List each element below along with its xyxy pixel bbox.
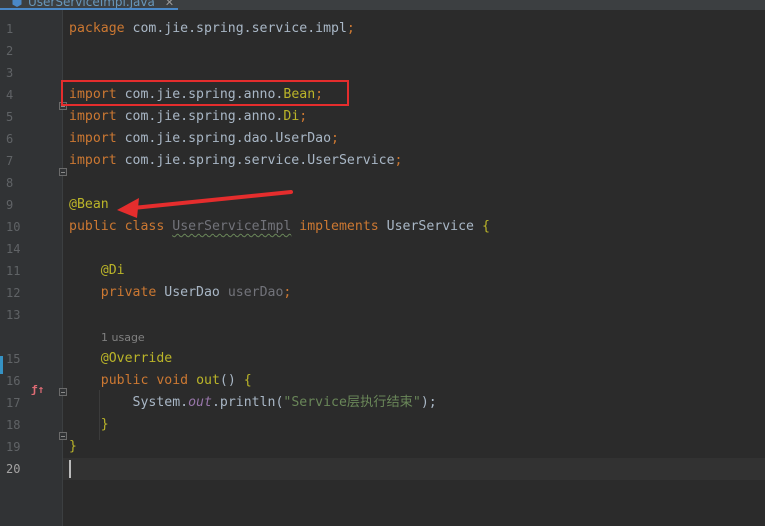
line-number: 17 [6, 396, 21, 410]
java-class-icon [12, 0, 22, 7]
line-number: 8 [6, 176, 14, 190]
override-method-icon[interactable]: ƒ↑ [31, 383, 44, 396]
line-number: 11 [6, 264, 21, 278]
line-number: 15 [6, 352, 21, 366]
line-number: 9 [6, 198, 14, 212]
line-number: 10 [6, 220, 21, 234]
current-line-highlight [63, 458, 765, 480]
line-number: 13 [6, 308, 21, 322]
usage-hint[interactable]: 1 usage [101, 328, 145, 348]
code-line-12: @Di [100, 263, 125, 278]
line-number: 18 [6, 418, 21, 432]
line-number: 6 [6, 132, 14, 146]
line-number: 4 [6, 88, 14, 102]
code-line-19: } [69, 439, 77, 454]
code-line-15: @Override [100, 351, 173, 366]
line-number-current: 20 [6, 462, 21, 476]
line-number: 19 [6, 440, 21, 454]
red-arrow-annotation [117, 190, 293, 218]
code-line-7: import com.jie.spring.service.UserServic… [69, 153, 403, 168]
code-line-16: public void out() { [100, 373, 252, 388]
code-line-6: import com.jie.spring.dao.UserDao; [69, 131, 339, 146]
text-caret [69, 460, 71, 478]
code-line-1: package com.jie.spring.service.impl; [69, 21, 355, 36]
code-line-13: private UserDao userDao; [100, 285, 292, 300]
code-line-17: System.out.println("Service层执行结束"); [132, 395, 437, 410]
code-line-18: } [100, 417, 109, 432]
code-line-9: @Bean [69, 197, 109, 212]
line-number: 2 [6, 44, 14, 58]
line-number: 14 [6, 242, 21, 256]
editor-gutter: 1 2 3 4 5 6 7 8 9 10 11 12 13 14 15 16 1… [0, 10, 67, 526]
import-highlight-box [61, 80, 349, 106]
line-number: 7 [6, 154, 14, 168]
line-number: 5 [6, 110, 14, 124]
line-number: 12 [6, 286, 21, 300]
editor-tab-bar: UserServiceImpl.java ✕ [0, 0, 765, 10]
code-line-5: import com.jie.spring.anno.Di; [69, 109, 308, 124]
code-editor[interactable]: package com.jie.spring.service.impl; imp… [61, 10, 765, 526]
line-number: 3 [6, 66, 14, 80]
line-number: 1 [6, 22, 14, 36]
gutter-change-marker [0, 356, 3, 374]
line-number: 16 [6, 374, 21, 388]
